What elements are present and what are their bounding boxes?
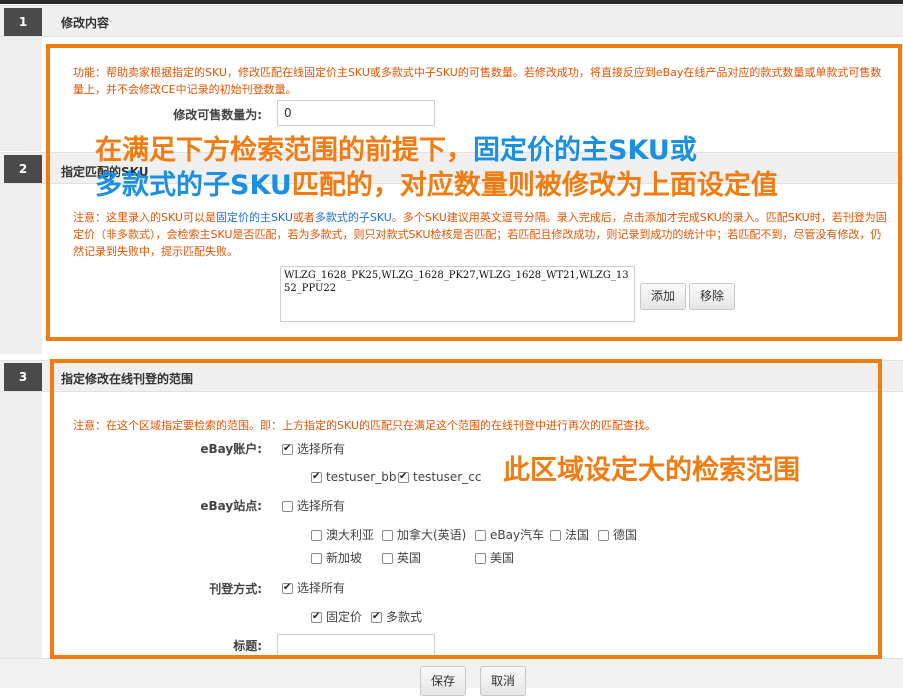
section-title: 修改内容 (61, 16, 110, 30)
section-1-gutter (0, 37, 42, 151)
annotation-text: 匹配的，对应数量则被修改为上面设定值 (291, 170, 778, 201)
annotation-text: 多款式的子SKU (95, 170, 292, 201)
section-2-gutter (0, 184, 42, 354)
annotation-line-1: 在满足下方检索范围的前提下，固定价的主SKU或 (95, 135, 697, 167)
section-number: 2 (4, 155, 42, 183)
section-3-gutter (0, 392, 42, 658)
annotation-line-2: 多款式的子SKU匹配的，对应数量则被修改为上面设定值 (95, 170, 778, 202)
annotation-text: 固定价的主SKU或 (473, 135, 697, 166)
section-1-header: 1 修改内容 (0, 5, 903, 37)
cancel-button[interactable]: 取消 (480, 666, 526, 696)
footer-bar: 保存 取消 (0, 658, 903, 696)
section-number: 1 (4, 8, 42, 36)
annotation-range: 此区域设定大的检索范围 (503, 455, 800, 486)
section-number: 3 (4, 363, 42, 391)
top-bar (0, 0, 903, 4)
annotation-text: 在满足下方检索范围的前提下， (95, 135, 473, 166)
highlight-box-bottom (50, 359, 882, 659)
save-button[interactable]: 保存 (420, 666, 466, 696)
